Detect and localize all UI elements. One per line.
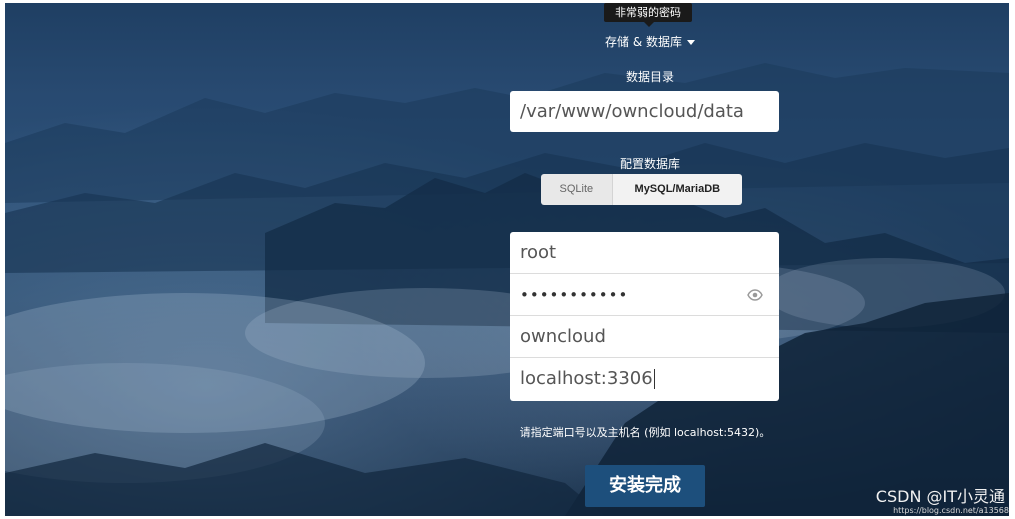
database-password-input[interactable]: ••••••••••• [510,274,779,316]
finish-setup-button[interactable]: 安装完成 [585,465,705,507]
database-host-value: localhost:3306 [520,368,653,389]
login-background: 非常弱的密码 存储 & 数据库 数据目录 配置数据库 SQLite MySQL/… [5,3,1009,516]
password-strength-tooltip: 非常弱的密码 [604,3,692,27]
db-option-mysql[interactable]: MySQL/MariaDB [612,174,742,205]
chevron-down-icon [687,40,695,45]
storage-database-toggle[interactable]: 存储 & 数据库 [580,33,720,51]
database-name-input[interactable]: owncloud [510,316,779,358]
database-credentials-group: root ••••••••••• owncloud localhost:3306 [510,232,779,401]
data-directory-label: 数据目录 [625,70,674,84]
configure-database-label: 配置数据库 [619,157,680,171]
password-mask: ••••••••••• [520,286,629,304]
eye-icon[interactable] [747,288,763,302]
csdn-watermark: CSDN @IT小灵通 [875,487,1005,506]
data-directory-input[interactable] [510,91,779,132]
storage-toggle-label: 存储 & 数据库 [605,35,682,49]
watermark-url: https://blog.csdn.net/a13568 [893,506,1009,515]
database-user-input[interactable]: root [510,232,779,274]
host-hint-text: 请指定端口号以及主机名 (例如 localhost:5432)。 [519,426,771,439]
db-option-sqlite[interactable]: SQLite [541,174,613,205]
database-type-selector: SQLite MySQL/MariaDB [541,174,742,205]
text-cursor [653,369,655,389]
database-host-input[interactable]: localhost:3306 [510,358,779,400]
